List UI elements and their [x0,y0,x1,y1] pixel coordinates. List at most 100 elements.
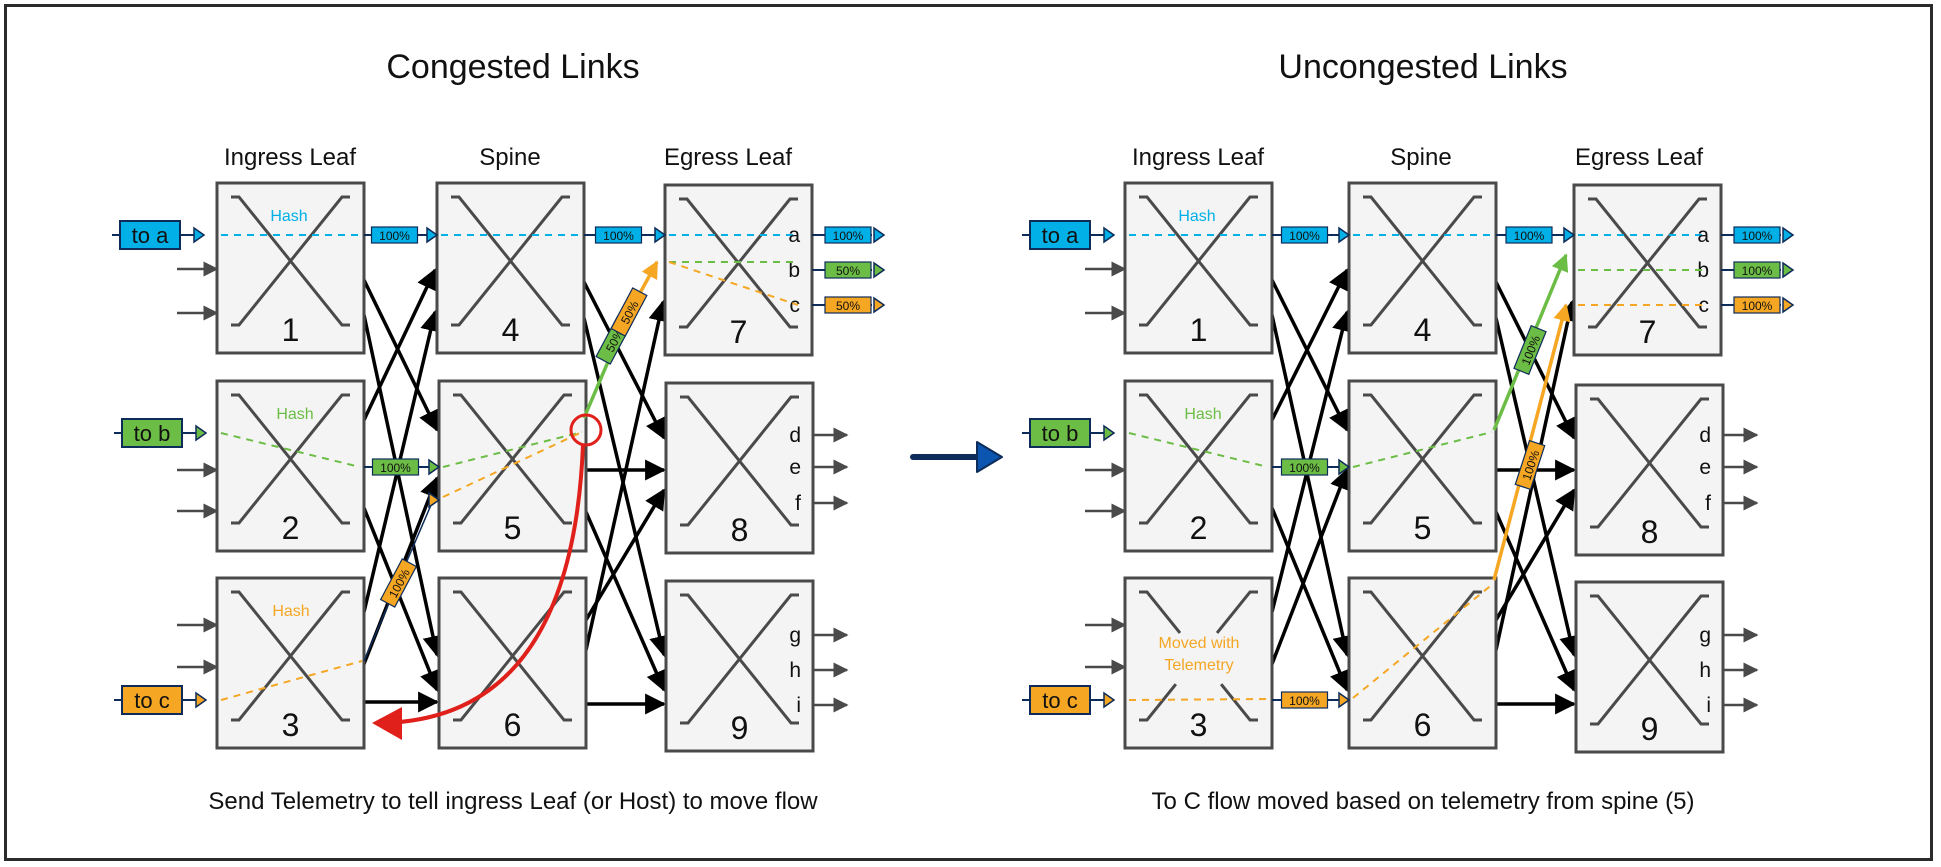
ingress-flow-tag-a: to a [112,220,206,250]
utilization-value: 100% [1289,461,1320,475]
switch-number: 5 [504,510,522,546]
ingress-arrow-icon [1103,691,1116,709]
egress-utilization-label: 100% [824,226,872,244]
switch-4: 4 [1347,181,1498,355]
egress-port-h: h [1699,659,1711,682]
egress-port-e: e [789,456,801,479]
switch-5: 5 [1347,379,1498,553]
egress-port-f: f [795,492,801,515]
switch-6: 6 [437,576,588,750]
hash-label: Hash [1184,406,1221,423]
utilization-value: 100% [1742,229,1773,243]
panel-title: Congested Links [386,48,639,86]
switch-6: 6 [1347,576,1498,750]
egress-port-i: i [796,694,801,717]
tag-label: to b [1042,421,1079,446]
egress-arrow-icon [1782,296,1795,314]
switch-5: 5 [437,379,588,553]
fabric-link [1270,314,1354,658]
egress-port-d: d [789,424,801,447]
egress-utilization-label: 50% [824,261,872,279]
switch-number: 8 [731,512,749,548]
panel-caption: To C flow moved based on telemetry from … [1152,788,1695,815]
ingress-flow-tag-b: to b [1022,418,1116,448]
ingress-flow-tag-a: to a [1022,220,1116,250]
panel-uncongested: Uncongested Links Ingress Leaf Spine Egress… [1022,48,1795,815]
fabric-link [362,268,437,421]
egress-utilization-label: 100% [1733,296,1781,314]
egress-port-d: d [1699,424,1711,447]
egress-port-i: i [1706,694,1711,717]
column-title: Egress Leaf [664,144,792,171]
egress-arrow-icon [873,226,886,244]
utilization-value: 50% [836,264,860,278]
ingress-flow-tag-c: to c [114,685,208,715]
utilization-value: 50% [836,299,860,313]
link-utilization-label: 100% [1505,226,1553,244]
switch-number: 2 [1190,510,1208,546]
leaf-spine-diagram: Congested Links Ingress Leaf Spine Egress L… [112,48,1795,815]
switch-number: 9 [1641,711,1659,747]
tag-label: to c [1042,688,1077,713]
transition-arrow [910,441,1003,473]
utilization-value: 100% [1289,694,1320,708]
hash-label: Hash [276,406,313,423]
tag-label: to a [1042,223,1079,248]
ingress-arrow-icon [1103,424,1116,442]
link-utilization-label: 50% [610,287,648,337]
column-title: Ingress Leaf [224,144,356,171]
fabric-link [1270,268,1349,421]
egress-utilization-label: 50% [824,296,872,314]
hash-label: Hash [1178,208,1215,225]
utilization-value: 100% [380,461,411,475]
switch-number: 1 [282,312,300,348]
utilization-value: 100% [1514,229,1545,243]
utilization-value: 100% [1289,229,1320,243]
switch-number: 6 [504,707,522,743]
egress-port-a: a [788,224,800,247]
link-utilization-label: 100% [370,226,419,244]
egress-utilization-label: 100% [1733,226,1781,244]
switch-number: 1 [1190,312,1208,348]
tag-label: to b [134,421,171,446]
utilization-value: 100% [1742,264,1773,278]
panel-caption: Send Telemetry to tell ingress Leaf (or … [208,788,818,815]
switch-number: 2 [282,510,300,546]
egress-port-a: a [1697,224,1709,247]
utilization-value: 100% [833,229,864,243]
egress-port-e: e [1699,456,1711,479]
ingress-arrow-icon [195,424,208,442]
switch-number: 3 [1190,707,1208,743]
link-utilization-label: 100% [1514,439,1546,491]
telemetry-arrowhead-icon [372,707,402,740]
egress-port-f: f [1705,492,1711,515]
switch-number: 4 [1414,312,1432,348]
tag-label: to a [132,223,169,248]
egress-arrow-icon [873,261,886,279]
link-utilization-label: 100% [1513,324,1547,376]
utilization-value: 100% [1742,299,1773,313]
switch-number: 7 [1639,314,1657,350]
moved-label: Telemetry [1164,657,1233,674]
link-utilization-label: 100% [594,226,643,244]
arrow-right-icon [976,441,1003,473]
switch-number: 7 [730,314,748,350]
panel-congested: Congested Links Ingress Leaf Spine Egress L… [112,48,886,815]
fabric-link [362,314,444,658]
ingress-arrow-icon [1103,226,1116,244]
column-title: Spine [479,144,540,171]
utilization-value: 100% [1520,448,1543,482]
egress-arrow-icon [1782,261,1795,279]
egress-port-g: g [1699,624,1711,647]
link-utilization-label: 100% [1280,691,1329,709]
ingress-flow-tag-c: to c [1022,685,1116,715]
column-title: Ingress Leaf [1132,144,1264,171]
switch-number: 3 [282,707,300,743]
switch-4: 4 [435,181,586,355]
switch-number: 4 [502,312,520,348]
switch-number: 9 [731,710,749,746]
link-utilization-label: 100% [1280,226,1329,244]
hash-label: Hash [270,208,307,225]
panel-title: Uncongested Links [1278,48,1567,86]
moved-label: Moved with [1159,635,1240,652]
